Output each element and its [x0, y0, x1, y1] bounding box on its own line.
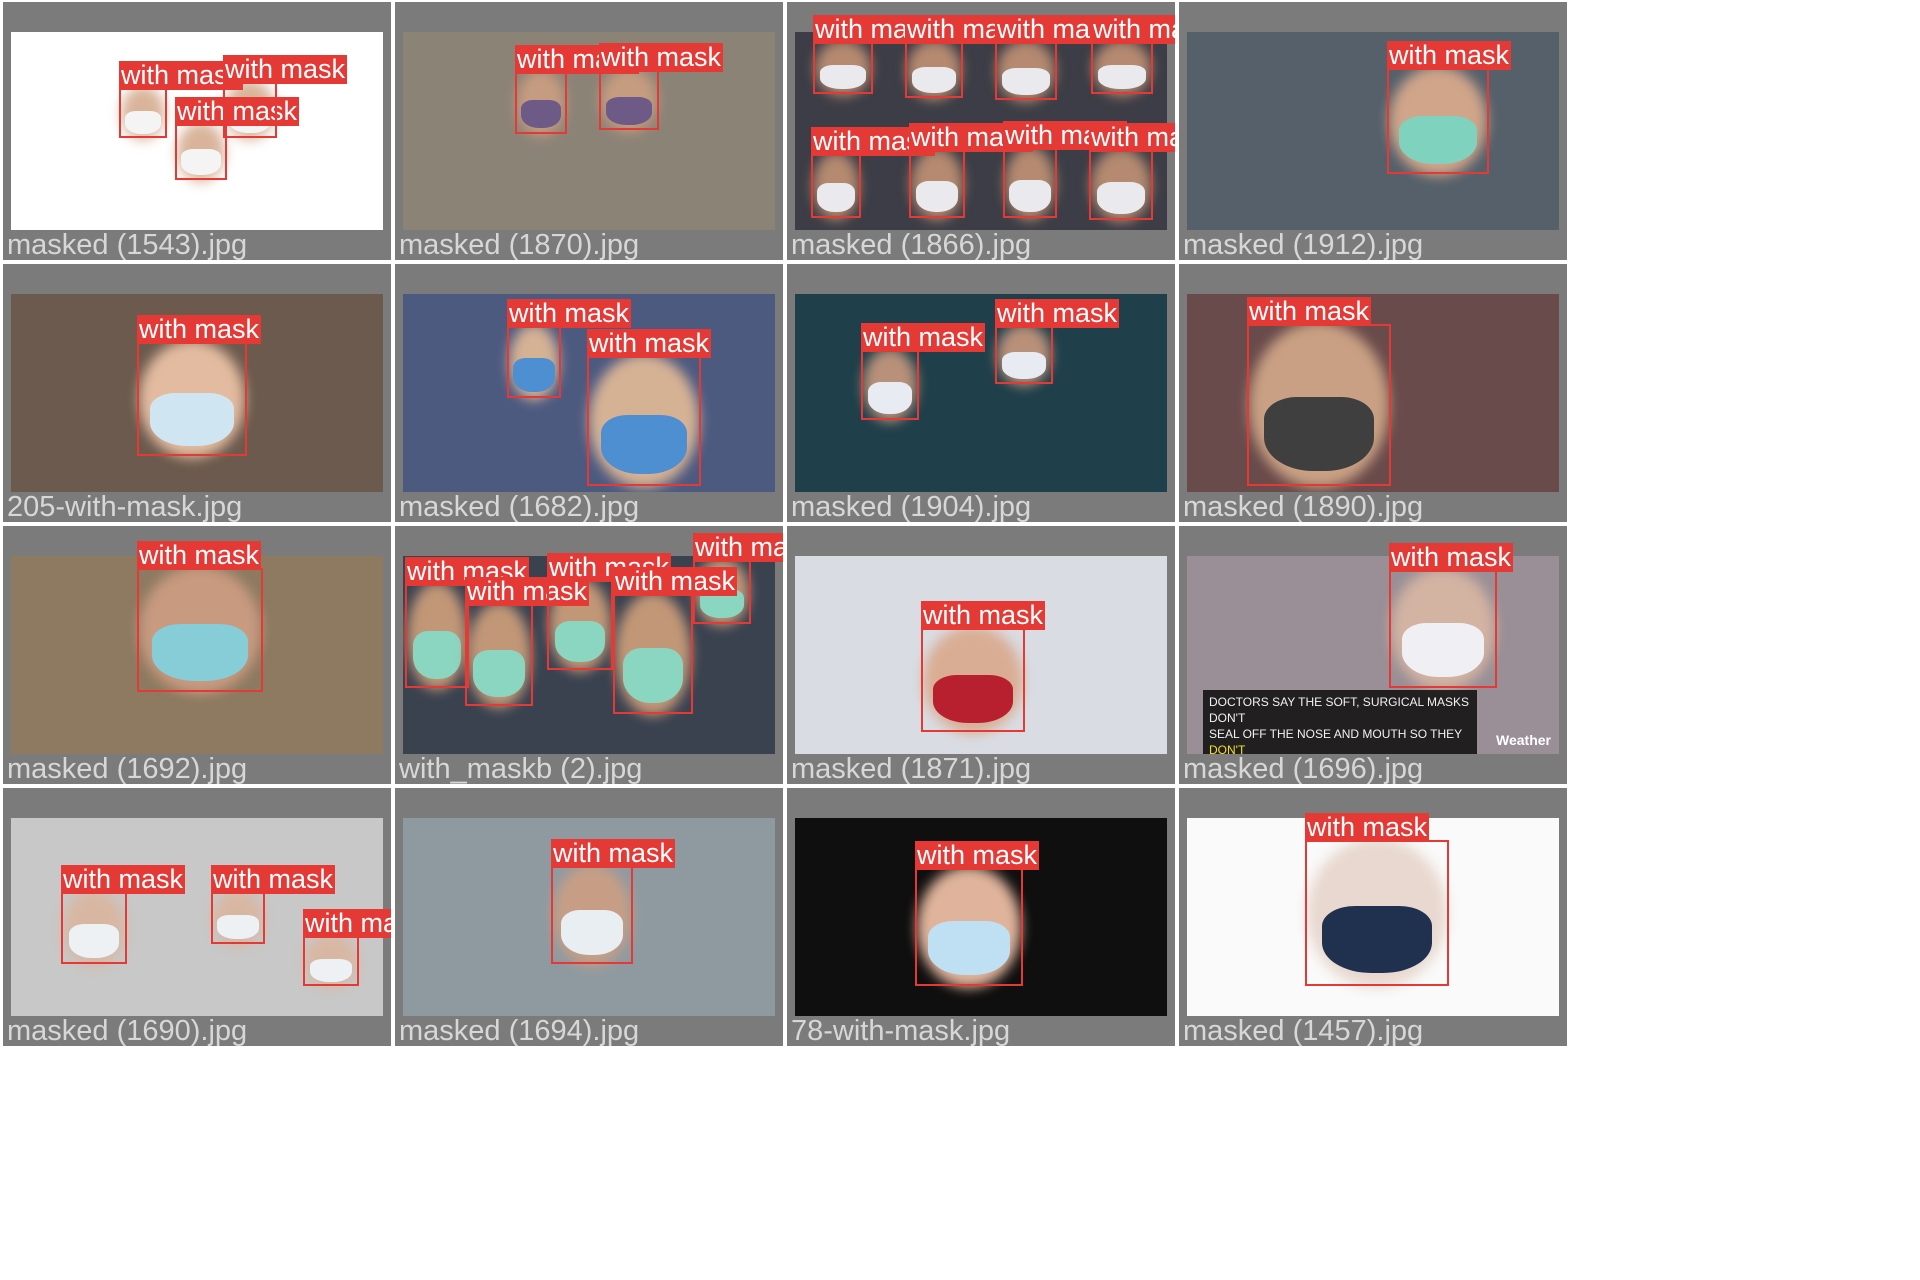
detection-box[interactable]: with mask: [61, 865, 186, 964]
detection-label: with mask: [61, 864, 186, 894]
result-tile[interactable]: with mask with mask masked (1870).jpg: [395, 2, 783, 260]
image-filename: masked (1870).jpg: [399, 229, 640, 260]
image-filename: masked (1912).jpg: [1183, 229, 1424, 260]
image-filename: masked (1696).jpg: [1183, 753, 1424, 784]
image-filename: with_maskb (2).jpg: [399, 753, 643, 784]
detection-label: with mask: [915, 840, 1040, 870]
detection-label: with mask: [1305, 812, 1430, 842]
detection-box[interactable]: with mask: [995, 299, 1120, 384]
detection-box[interactable]: with mask: [613, 567, 738, 714]
image-filename: masked (1682).jpg: [399, 491, 640, 522]
detection-box[interactable]: with mask: [515, 45, 640, 134]
image-filename: masked (1690).jpg: [7, 1015, 248, 1046]
detection-image: DOCTORS SAY THE SOFT, SURGICAL MASKS DON…: [1187, 556, 1559, 754]
overlay-line: DOCTORS SAY THE SOFT, SURGICAL MASKS DON…: [1209, 695, 1470, 725]
detection-box[interactable]: with mask: [175, 97, 300, 180]
result-tile[interactable]: with mask 78-with-mask.jpg: [787, 788, 1175, 1046]
detection-label: with mask: [1091, 15, 1175, 44]
detection-label: with mask: [137, 314, 262, 344]
results-grid: with mask with mask with mask masked (1543)…: [0, 0, 1920, 1280]
image-filename: masked (1904).jpg: [791, 491, 1032, 522]
detection-box[interactable]: with mask: [507, 299, 632, 398]
detection-label: with mask: [1247, 296, 1372, 326]
result-tile[interactable]: with mask masked (1871).jpg: [787, 526, 1175, 784]
result-tile[interactable]: DOCTORS SAY THE SOFT, SURGICAL MASKS DON…: [1179, 526, 1567, 784]
detection-box[interactable]: with mask: [1091, 15, 1175, 94]
detection-box[interactable]: with mask: [811, 127, 936, 218]
detection-box[interactable]: with mask: [223, 55, 348, 138]
result-tile[interactable]: with mask with mask with mask masked (1690)…: [3, 788, 391, 1046]
caption-overlay: DOCTORS SAY THE SOFT, SURGICAL MASKS DON…: [1203, 690, 1477, 754]
watermark: Weather: [1496, 732, 1551, 748]
detection-label: with mask: [587, 328, 712, 358]
detection-box[interactable]: with mask: [405, 557, 530, 688]
detection-box[interactable]: with mask: [303, 909, 391, 986]
detection-box[interactable]: with mask: [905, 15, 1030, 98]
detection-label: with mask: [211, 864, 336, 894]
detection-label: with mask: [861, 322, 986, 352]
detection-box[interactable]: with mask: [119, 61, 244, 138]
detection-label: with mask: [1089, 123, 1175, 152]
detection-label: with mask: [1389, 542, 1514, 572]
overlay-line: SEAL OFF THE NOSE AND MOUTH SO THEY DON'…: [1209, 727, 1462, 754]
result-tile[interactable]: with maskwith maskwith maskwith maskwith…: [395, 526, 783, 784]
detection-box[interactable]: with mask: [551, 839, 676, 964]
result-tile[interactable]: with mask 205-with-mask.jpg: [3, 264, 391, 522]
detection-box[interactable]: with mask: [211, 865, 336, 944]
image-filename: 78-with-mask.jpg: [791, 1015, 1011, 1046]
result-tile[interactable]: with mask masked (1912).jpg: [1179, 2, 1567, 260]
detection-label: with mask: [223, 54, 348, 84]
detection-box[interactable]: with mask: [909, 123, 1034, 218]
detection-box[interactable]: with mask: [921, 601, 1046, 732]
result-tile[interactable]: with mask with mask masked (1682).jpg: [395, 264, 783, 522]
image-filename: masked (1866).jpg: [791, 229, 1032, 260]
result-tile[interactable]: with mask with mask with mask masked (1543)…: [3, 2, 391, 260]
detection-label: with mask: [995, 298, 1120, 328]
detection-box[interactable]: with mask: [137, 315, 262, 456]
detection-box[interactable]: with mask: [1089, 123, 1175, 220]
detection-box[interactable]: with mask: [1247, 297, 1391, 486]
detection-label: with mask: [137, 540, 262, 570]
detection-box[interactable]: with mask: [693, 533, 783, 624]
detection-box[interactable]: with mask: [599, 43, 724, 130]
detection-label: with mask: [551, 838, 676, 868]
detection-label: with mask: [1387, 40, 1512, 70]
detection-box[interactable]: with mask: [465, 577, 590, 706]
image-filename: masked (1692).jpg: [7, 753, 248, 784]
image-filename: masked (1543).jpg: [7, 229, 248, 260]
detection-label: with mask: [599, 42, 724, 72]
result-tile[interactable]: with mask masked (1890).jpg: [1179, 264, 1567, 522]
result-tile[interactable]: with maskwith maskwith maskwith maskwith…: [787, 2, 1175, 260]
detection-box[interactable]: with mask: [813, 15, 938, 94]
detection-box[interactable]: with mask: [861, 323, 986, 420]
image-filename: masked (1457).jpg: [1183, 1015, 1424, 1046]
detection-label: with mask: [507, 298, 632, 328]
detection-box[interactable]: with mask: [915, 841, 1040, 986]
detection-box[interactable]: with mask: [995, 15, 1120, 100]
detection-box[interactable]: with mask: [1003, 121, 1128, 218]
result-tile[interactable]: with mask masked (1457).jpg: [1179, 788, 1567, 1046]
detection-label: with mask: [303, 909, 391, 938]
image-filename: masked (1871).jpg: [791, 753, 1032, 784]
detection-box[interactable]: with mask: [1305, 813, 1449, 986]
detection-box[interactable]: with mask: [137, 541, 263, 692]
detection-label: with mask: [693, 533, 783, 562]
image-filename: masked (1694).jpg: [399, 1015, 640, 1046]
detection-box[interactable]: with mask: [587, 329, 712, 486]
image-filename: 205-with-mask.jpg: [7, 491, 243, 522]
detection-box[interactable]: with mask: [547, 553, 672, 670]
image-filename: masked (1890).jpg: [1183, 491, 1424, 522]
detection-label: with mask: [921, 600, 1046, 630]
detection-box[interactable]: with mask: [1387, 41, 1512, 174]
result-tile[interactable]: with mask with mask masked (1904).jpg: [787, 264, 1175, 522]
result-tile[interactable]: with mask masked (1694).jpg: [395, 788, 783, 1046]
detection-box[interactable]: with mask: [1389, 543, 1514, 688]
result-tile[interactable]: with mask masked (1692).jpg: [3, 526, 391, 784]
